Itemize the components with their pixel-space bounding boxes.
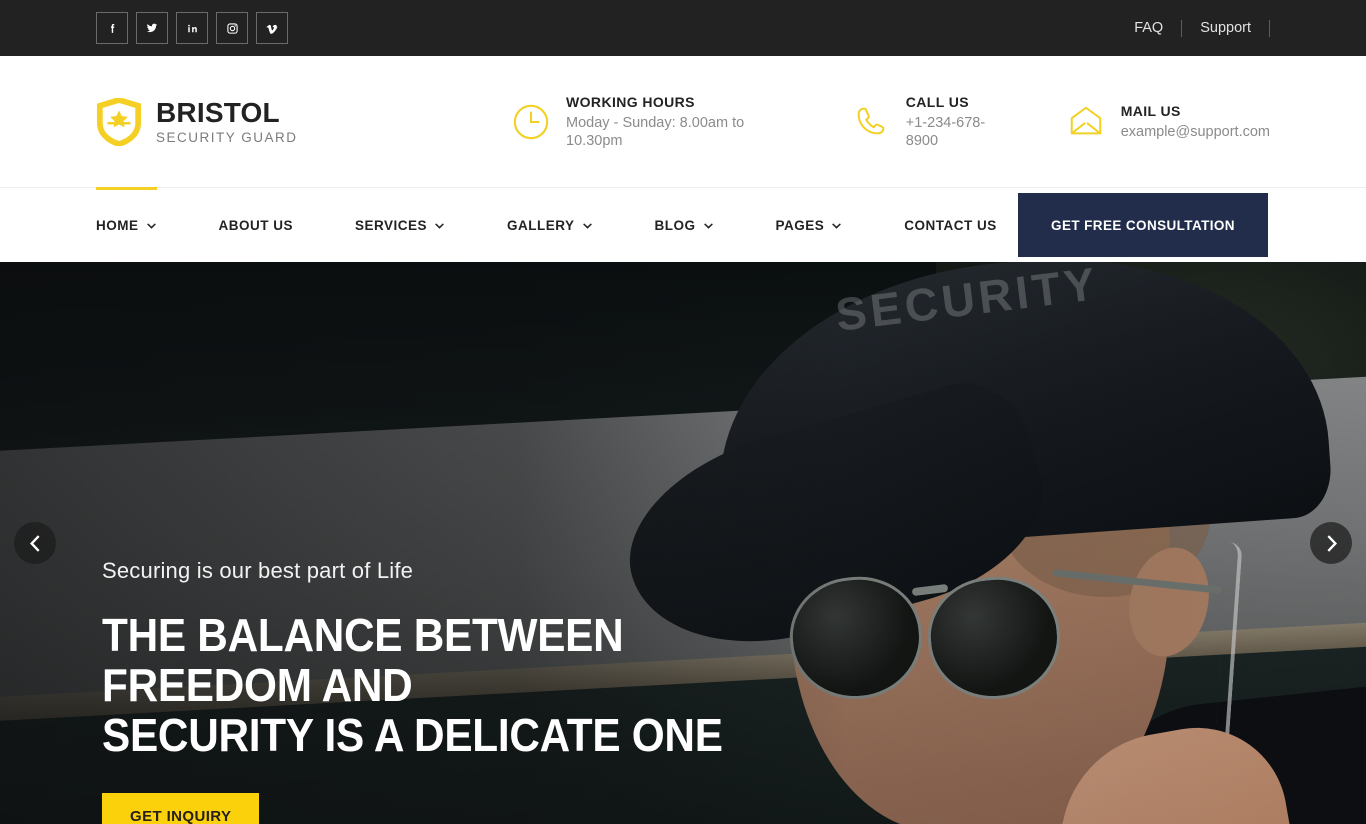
linkedin-icon[interactable]: [176, 12, 208, 44]
info-value: example@support.com: [1120, 123, 1270, 140]
get-free-consultation-button[interactable]: GET FREE CONSULTATION: [1018, 193, 1268, 257]
info-title: MAIL US: [1120, 102, 1181, 119]
nav-label: GALLERY: [507, 217, 575, 233]
nav-item-pages[interactable]: PAGES: [745, 188, 874, 262]
hero-content: Securing is our best part of Life THE BA…: [102, 558, 862, 824]
nav-label: HOME: [96, 217, 139, 233]
shield-star-icon: [96, 96, 142, 147]
info-value: Moday - Sunday: 8.00am to 10.30pm: [566, 114, 745, 149]
chevron-down-icon: [703, 218, 714, 233]
top-links: FAQ Support: [1116, 19, 1270, 37]
nav-item-blog[interactable]: BLOG: [624, 188, 745, 262]
hero-slider: SECURITY Securing is our best part of Li…: [0, 262, 1366, 824]
brand-tagline: SECURITY GUARD: [156, 130, 298, 146]
nav-label: SERVICES: [355, 217, 428, 233]
nav-item-contact-us[interactable]: CONTACT US: [873, 188, 1028, 262]
brand-name: BRISTOL: [156, 96, 280, 128]
nav-item-about-us[interactable]: ABOUT US: [188, 188, 325, 262]
hero-title-line-1: THE BALANCE BETWEEN FREEDOM AND: [102, 609, 624, 712]
top-link-faq[interactable]: FAQ: [1116, 21, 1181, 36]
slider-prev-arrow-icon[interactable]: [14, 522, 56, 564]
main-navigation: HOME ABOUT US SERVICES GALLERY BLOG PAGE…: [96, 187, 1028, 262]
phone-icon: [852, 103, 890, 141]
clock-icon: [512, 103, 550, 141]
nav-label: BLOG: [654, 217, 696, 233]
info-call-us: CALL US +1-234-678-8900: [852, 94, 1015, 150]
instagram-icon[interactable]: [216, 12, 248, 44]
chevron-down-icon: [434, 218, 445, 233]
header-info-group: WORKING HOURS Moday - Sunday: 8.00am to …: [512, 94, 1270, 150]
info-value: +1-234-678-8900: [905, 114, 986, 149]
brand-logo[interactable]: BRISTOL SECURITY GUARD: [96, 96, 492, 147]
info-working-hours: WORKING HOURS Moday - Sunday: 8.00am to …: [512, 94, 800, 150]
nav-item-home[interactable]: HOME: [96, 187, 188, 262]
nav-item-services[interactable]: SERVICES: [324, 188, 476, 262]
top-link-divider-2: [1269, 19, 1270, 37]
top-link-support[interactable]: Support: [1182, 21, 1269, 36]
chevron-down-icon: [146, 218, 157, 233]
hero-subtitle: Securing is our best part of Life: [102, 558, 414, 583]
vimeo-icon[interactable]: [256, 12, 288, 44]
hero-title: THE BALANCE BETWEEN FREEDOM AND SECURITY…: [102, 609, 801, 762]
hero-title-line-2: SECURITY IS A DELICATE ONE: [102, 709, 723, 762]
mail-icon: [1067, 103, 1105, 141]
facebook-icon[interactable]: [96, 12, 128, 44]
get-inquiry-button[interactable]: GET INQUIRY: [102, 793, 260, 824]
nav-item-gallery[interactable]: GALLERY: [476, 188, 624, 262]
nav-label: ABOUT US: [218, 217, 293, 233]
social-links: [96, 12, 288, 44]
nav-label: CONTACT US: [904, 217, 997, 233]
chevron-down-icon: [831, 218, 842, 233]
site-header: BRISTOL SECURITY GUARD WORKING HOURS Mod…: [0, 56, 1366, 188]
nav-label: PAGES: [775, 217, 825, 233]
main-navigation-bar: HOME ABOUT US SERVICES GALLERY BLOG PAGE…: [0, 187, 1366, 262]
twitter-icon[interactable]: [136, 12, 168, 44]
info-mail-us: MAIL US example@support.com: [1067, 103, 1270, 141]
slider-next-arrow-icon[interactable]: [1310, 522, 1352, 564]
chevron-down-icon: [582, 218, 593, 233]
info-title: WORKING HOURS: [566, 93, 695, 110]
top-bar: FAQ Support: [0, 0, 1366, 56]
info-title: CALL US: [905, 93, 969, 110]
